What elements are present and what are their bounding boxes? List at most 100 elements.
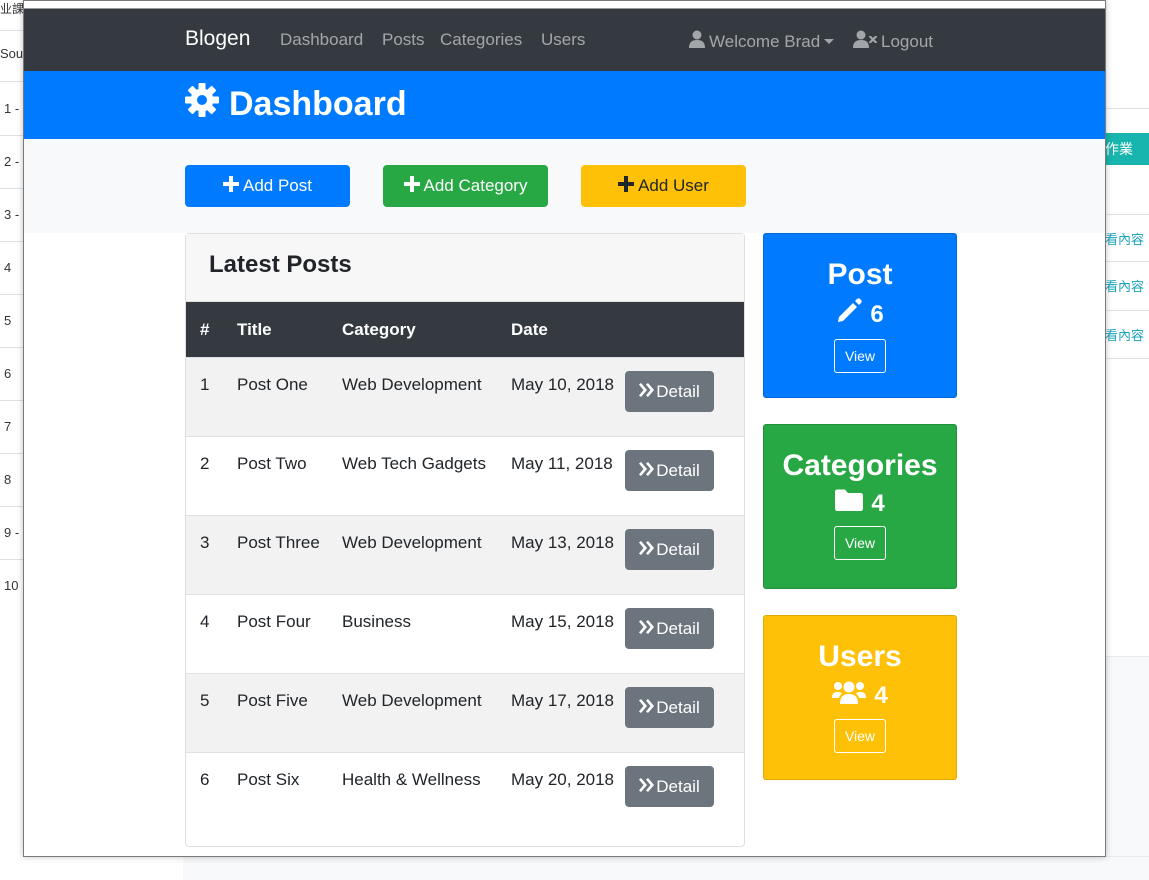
double-chevron-right-icon <box>639 537 656 563</box>
post-date: May 11, 2018 <box>511 454 613 473</box>
background-link[interactable]: 看內容 <box>1105 276 1149 295</box>
page-title-text: Dashboard <box>229 85 407 123</box>
background-row-number: 4 <box>0 242 24 295</box>
post-number: 6 <box>200 770 210 789</box>
background-panel <box>1105 656 1149 880</box>
nav-posts[interactable]: Posts <box>382 30 425 50</box>
detail-button[interactable]: Detail <box>625 529 714 570</box>
background-row-number: 6 <box>0 348 24 401</box>
posts-table: # Title Category Date 1 Post One Web Devel… <box>186 302 744 831</box>
categories-stat-count: 4 <box>764 489 956 518</box>
categories-stat-title: Categories <box>782 449 938 482</box>
background-row-number: 3 - <box>0 189 24 242</box>
post-number: 3 <box>200 533 210 552</box>
post-category: Web Development <box>342 375 482 394</box>
plus-icon <box>223 175 243 197</box>
background-row-number: 5 <box>0 295 24 348</box>
double-chevron-right-icon <box>639 379 656 405</box>
background-divider <box>1105 108 1149 109</box>
add-user-button[interactable]: Add User <box>581 165 746 207</box>
detail-label: Detail <box>656 539 700 559</box>
posts-stat-title: Post <box>827 258 893 291</box>
background-divider <box>1105 214 1149 215</box>
table-row: 4 Post Four Business May 15, 2018 Detail <box>186 594 744 674</box>
post-number: 2 <box>200 454 210 473</box>
background-link[interactable]: 看內容 <box>1105 229 1149 248</box>
post-title: Post Five <box>237 691 308 710</box>
background-divider <box>1105 310 1149 311</box>
detail-button[interactable]: Detail <box>625 608 714 649</box>
background-top-text: 业課 <box>0 0 24 31</box>
latest-posts-title: Latest Posts <box>186 234 744 302</box>
categories-count-value: 4 <box>871 489 885 517</box>
nav-users[interactable]: Users <box>541 30 585 50</box>
nav-categories[interactable]: Categories <box>440 30 522 50</box>
column-header-actions <box>625 302 744 358</box>
background-link[interactable]: 看內容 <box>1105 325 1149 344</box>
table-row: 6 Post Six Health & Wellness May 20, 2018 De… <box>186 752 744 831</box>
post-category: Web Tech Gadgets <box>342 454 486 473</box>
plus-icon <box>403 175 424 197</box>
background-action-button[interactable]: 作業 <box>1105 133 1149 165</box>
detail-label: Detail <box>656 618 700 638</box>
brand-link[interactable]: Blogen <box>185 27 250 51</box>
background-row-number: 7 <box>0 401 24 454</box>
detail-label: Detail <box>656 776 700 796</box>
detail-button[interactable]: Detail <box>625 687 714 728</box>
column-header-num: # <box>186 302 237 358</box>
navbar: Blogen Dashboard Posts Categories Users … <box>24 9 1105 71</box>
add-user-label: Add User <box>638 176 709 195</box>
double-chevron-right-icon <box>639 774 656 800</box>
posts-stat-count: 6 <box>764 298 956 331</box>
table-header-row: # Title Category Date <box>186 302 744 358</box>
background-action-label: 作業 <box>1105 141 1133 157</box>
post-category: Business <box>342 612 411 631</box>
background-divider <box>1105 261 1149 262</box>
logout-label: Logout <box>881 31 933 51</box>
detail-button[interactable]: Detail <box>625 766 714 807</box>
column-header-category: Category <box>342 302 511 358</box>
add-category-button[interactable]: Add Category <box>383 165 548 207</box>
pencil-icon <box>836 298 870 331</box>
post-title: Post Three <box>237 533 320 552</box>
users-count-value: 4 <box>874 681 888 709</box>
detail-label: Detail <box>656 697 700 717</box>
logout-link[interactable]: Logout <box>853 30 933 53</box>
detail-button[interactable]: Detail <box>625 371 714 412</box>
post-date: May 10, 2018 <box>511 375 615 394</box>
categories-view-button[interactable]: View <box>833 526 887 560</box>
post-title: Post Six <box>237 770 300 789</box>
post-title: Post Four <box>237 612 311 631</box>
table-row: 2 Post Two Web Tech Gadgets May 11, 2018 Det… <box>186 436 744 516</box>
post-number: 4 <box>200 612 210 631</box>
users-stat-count: 4 <box>764 680 956 711</box>
nav-dashboard[interactable]: Dashboard <box>280 30 363 50</box>
table-row: 1 Post One Web Development May 10, 2018 Deta… <box>186 357 744 437</box>
double-chevron-right-icon <box>639 695 656 721</box>
background-row-number: 2 - <box>0 136 24 189</box>
add-category-label: Add Category <box>423 176 528 195</box>
add-post-label: Add Post <box>243 176 312 195</box>
detail-label: Detail <box>656 381 700 401</box>
latest-posts-card: Latest Posts # Title Category Date 1 Post… <box>185 233 745 847</box>
page-title: Dashboard <box>185 83 407 126</box>
user-icon <box>689 30 709 53</box>
users-icon <box>832 680 874 711</box>
background-row-number: 10 <box>4 578 19 593</box>
post-date: May 20, 2018 <box>511 770 615 789</box>
gear-icon <box>185 83 229 126</box>
add-post-button[interactable]: Add Post <box>185 165 350 207</box>
post-title: Post Two <box>237 454 307 473</box>
detail-label: Detail <box>656 460 700 480</box>
detail-button[interactable]: Detail <box>625 450 714 491</box>
background-row-number: 9 - <box>0 507 24 560</box>
table-row: 3 Post Three Web Development May 13, 2018 De… <box>186 515 744 595</box>
posts-view-button[interactable]: View <box>833 339 887 373</box>
post-category: Web Development <box>342 533 482 552</box>
column-header-date: Date <box>511 302 625 358</box>
users-view-button[interactable]: View <box>833 719 887 753</box>
welcome-dropdown[interactable]: Welcome Brad <box>689 30 835 53</box>
table-row: 5 Post Five Web Development May 17, 2018 Det… <box>186 673 744 753</box>
post-date: May 15, 2018 <box>511 612 615 631</box>
post-category: Web Development <box>342 691 482 710</box>
